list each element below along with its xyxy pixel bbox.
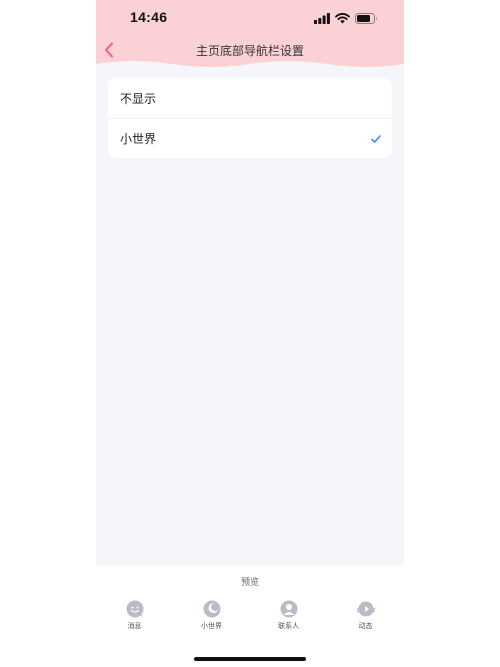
preview-panel: 预览 消息 小世界 联系人 动态 [96,566,404,667]
status-icons [314,11,378,25]
preview-tab-small-world: 小世界 [173,600,250,634]
option-small-world[interactable]: 小世界 [108,118,392,158]
status-bar: 14:46 [96,0,404,36]
phone-screen: 14:46 主页底部导航栏设置 不显示 小世界 预览 消息 小世界 联系人 动态 [96,0,404,667]
page-title: 主页底部导航栏设置 [195,44,304,58]
preview-tab-messages: 消息 [96,600,173,634]
preview-label: 预览 [240,578,259,588]
option-label: 小世界 [120,132,157,146]
preview-tab-contacts: 联系人 [250,600,327,634]
small-world-icon [203,600,220,618]
battery-icon [355,12,377,24]
tab-label: 联系人 [278,622,299,630]
contacts-icon [280,600,297,618]
tab-label: 小世界 [201,622,222,630]
back-button[interactable] [100,40,118,60]
home-indicator [194,657,306,661]
message-icon [126,600,143,618]
option-label: 不显示 [120,91,157,106]
header-wave [96,61,404,74]
tab-label: 消息 [127,622,142,630]
wifi-icon [335,12,350,23]
checkmark-icon [371,134,381,143]
status-time: 14:46 [130,9,168,25]
chevron-left-icon [104,42,114,58]
option-hidden[interactable]: 不显示 [108,78,392,118]
tab-label: 动态 [358,622,373,630]
preview-tabbar: 消息 小世界 联系人 动态 [96,600,404,634]
header: 14:46 主页底部导航栏设置 [96,0,404,74]
options-list: 不显示 小世界 [108,78,392,158]
signal-icon [314,12,330,24]
feed-icon [356,601,375,617]
preview-tab-feed: 动态 [327,600,404,634]
